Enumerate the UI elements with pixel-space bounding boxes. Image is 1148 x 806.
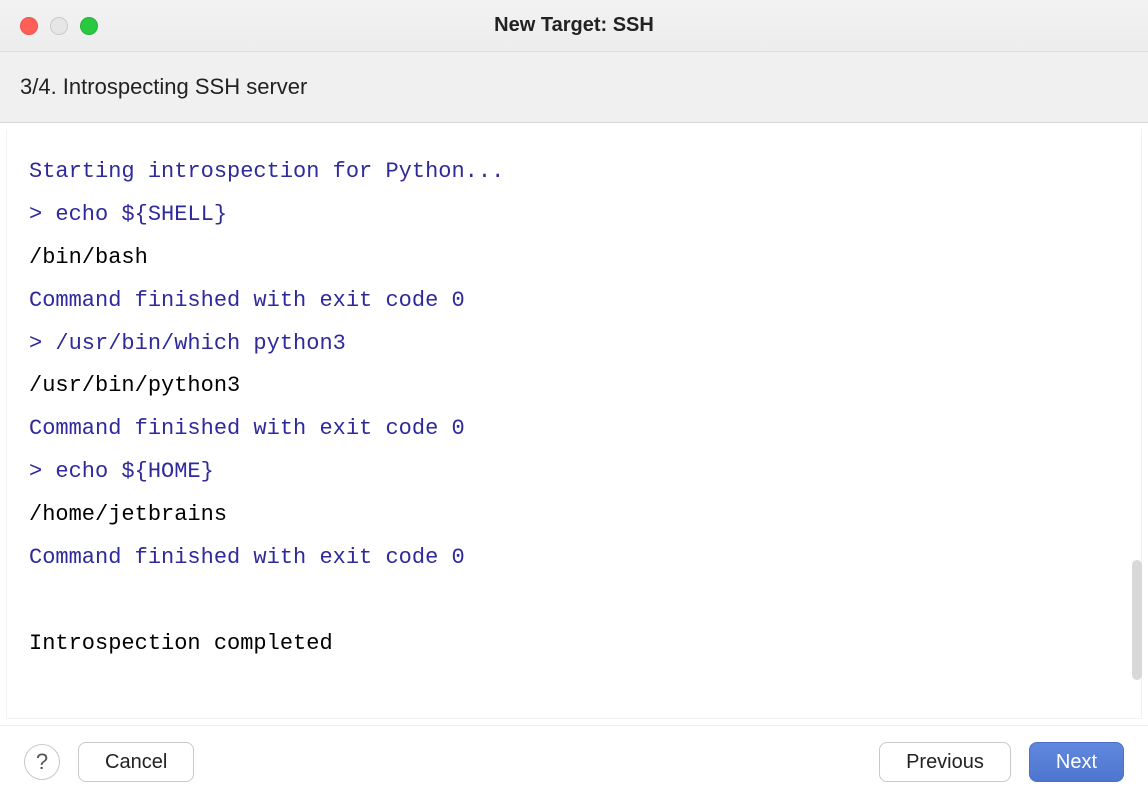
console-line: > /usr/bin/which python3 — [29, 323, 1119, 366]
console-output[interactable]: Starting introspection for Python...> ec… — [6, 129, 1142, 719]
console-line: /usr/bin/python3 — [29, 365, 1119, 408]
close-window-button[interactable] — [20, 17, 38, 35]
minimize-window-button[interactable] — [50, 17, 68, 35]
console-line: > echo ${SHELL} — [29, 194, 1119, 237]
console-line — [29, 580, 1119, 623]
titlebar: New Target: SSH — [0, 0, 1148, 52]
dialog-footer: ? Cancel Previous Next — [0, 725, 1148, 806]
zoom-window-button[interactable] — [80, 17, 98, 35]
console-line: > echo ${HOME} — [29, 451, 1119, 494]
console-line: /bin/bash — [29, 237, 1119, 280]
console-line: Command finished with exit code 0 — [29, 280, 1119, 323]
previous-button[interactable]: Previous — [879, 742, 1011, 782]
traffic-lights — [0, 17, 98, 35]
console-line: Starting introspection for Python... — [29, 151, 1119, 194]
window-title: New Target: SSH — [0, 14, 1148, 37]
help-button[interactable]: ? — [24, 744, 60, 780]
cancel-button[interactable]: Cancel — [78, 742, 194, 782]
step-header: 3/4. Introspecting SSH server — [0, 52, 1148, 123]
console-line: Command finished with exit code 0 — [29, 408, 1119, 451]
console-line: Command finished with exit code 0 — [29, 537, 1119, 580]
console-line: /home/jetbrains — [29, 494, 1119, 537]
next-button[interactable]: Next — [1029, 742, 1124, 782]
console-line: Introspection completed — [29, 623, 1119, 666]
scrollbar-thumb[interactable] — [1132, 560, 1142, 680]
